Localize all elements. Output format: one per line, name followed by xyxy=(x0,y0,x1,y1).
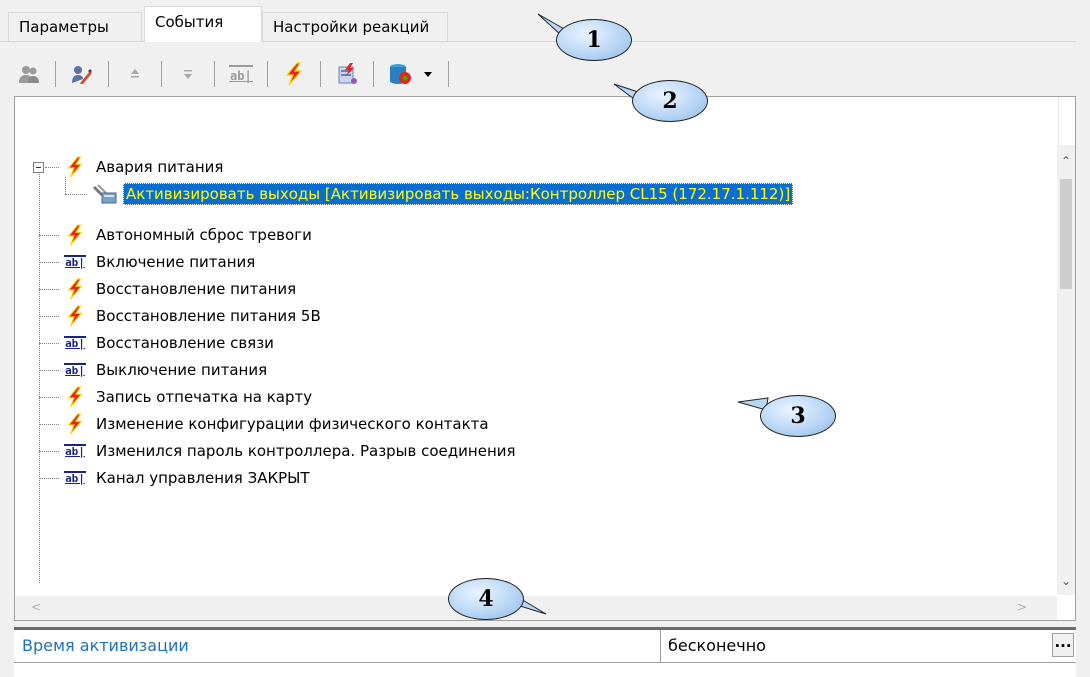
add-group-icon xyxy=(19,66,39,83)
database-icon xyxy=(390,64,411,84)
tree-item-label: Восстановление питания xyxy=(96,279,297,298)
callout-number: 4 xyxy=(478,586,494,612)
database-dropdown-button[interactable] xyxy=(383,57,439,91)
scroll-down-arrow-icon[interactable]: ⌄ xyxy=(1061,575,1071,587)
event-button[interactable] xyxy=(277,57,311,91)
tree-item-power-restore[interactable]: Восстановление питания xyxy=(15,275,1055,302)
chevron-down-icon xyxy=(424,72,432,77)
callout-1: 1 xyxy=(556,19,632,61)
lightning-icon xyxy=(61,277,89,301)
tree-item-control-channel-closed[interactable]: ab| Канал управления ЗАКРЫТ xyxy=(15,464,1055,491)
tree-item-activate-outputs[interactable]: Активизировать выходы [Активизировать вы… xyxy=(15,180,1055,207)
text-field-icon: ab| xyxy=(64,443,86,458)
lightning-icon xyxy=(61,412,89,436)
toolbar-separator xyxy=(448,61,449,87)
callout-number: 1 xyxy=(586,27,602,53)
text-field-icon: ab| xyxy=(64,470,86,485)
callout-2: 2 xyxy=(632,80,708,122)
toolbar-separator xyxy=(320,61,321,87)
tree-item-power-failure[interactable]: Авария питания xyxy=(15,153,1055,180)
edit-button[interactable] xyxy=(65,57,99,91)
tree-item-label: Канал управления ЗАКРЫТ xyxy=(96,468,310,487)
toolbar-separator xyxy=(161,61,162,87)
toolbar: ab| xyxy=(12,56,458,92)
tree-item-label: Авария питания xyxy=(96,157,224,176)
tree-item-label: Восстановление питания 5В xyxy=(96,306,321,325)
scroll-left-arrow-icon[interactable]: < xyxy=(31,601,41,613)
properties-panel: Время активизации бесконечно ... xyxy=(14,627,1076,677)
property-name: Время активизации xyxy=(22,636,189,655)
callout-number: 2 xyxy=(662,88,678,114)
text-field-icon: ab| xyxy=(64,254,86,269)
move-down-button[interactable] xyxy=(171,57,205,91)
add-group-button[interactable] xyxy=(12,57,46,91)
toolbar-separator xyxy=(214,61,215,87)
callout-4: 4 xyxy=(448,578,524,620)
toolbar-separator xyxy=(373,61,374,87)
tab-reaction-settings[interactable]: Настройки реакций xyxy=(262,12,448,41)
property-divider xyxy=(660,630,661,662)
tree-item-label: Изменение конфигурации физического конта… xyxy=(96,414,489,433)
svg-text:ab|: ab| xyxy=(230,69,252,83)
tree-item-power-off[interactable]: ab| Выключение питания xyxy=(15,356,1055,383)
lightning-icon xyxy=(61,155,89,179)
header-divider xyxy=(1058,97,1059,145)
tree-item-connection-restore[interactable]: ab| Восстановление связи xyxy=(15,329,1055,356)
tree-item-autonomous-alarm-reset[interactable]: Автономный сброс тревоги xyxy=(15,221,1055,248)
property-row-activation-time[interactable]: Время активизации бесконечно ... xyxy=(14,630,1076,663)
move-up-button[interactable] xyxy=(118,57,152,91)
text-field-icon: ab| xyxy=(64,335,86,350)
tree-item-fingerprint-write[interactable]: Запись отпечатка на карту xyxy=(15,383,1055,410)
tree-item-power-on[interactable]: ab| Включение питания xyxy=(15,248,1055,275)
text-field-icon: ab| xyxy=(64,362,86,377)
text-field-button[interactable]: ab| xyxy=(224,57,258,91)
lightning-icon xyxy=(61,304,89,328)
lightning-icon xyxy=(285,62,303,86)
tab-label: События xyxy=(155,13,224,31)
tree-item-label: Включение питания xyxy=(96,252,256,271)
property-value[interactable]: бесконечно xyxy=(668,636,766,655)
property-edit-button[interactable]: ... xyxy=(1052,633,1074,657)
tree-item-label: Автономный сброс тревоги xyxy=(96,225,312,244)
toolbar-separator xyxy=(108,61,109,87)
tree-item-label: Активизировать выходы [Активизировать вы… xyxy=(123,182,794,205)
reaction-button[interactable] xyxy=(330,57,364,91)
tab-events[interactable]: События xyxy=(144,6,262,42)
lightning-icon xyxy=(61,223,89,247)
tree-item-password-changed[interactable]: ab| Изменился пароль контроллера. Разрыв… xyxy=(15,437,1055,464)
scroll-right-arrow-icon[interactable]: > xyxy=(1017,601,1027,613)
vertical-scrollbar[interactable]: ⌃ ⌄ xyxy=(1057,145,1075,595)
toolbar-separator xyxy=(267,61,268,87)
text-field-icon: ab| xyxy=(229,65,253,83)
scroll-up-arrow-icon[interactable]: ⌃ xyxy=(1061,155,1071,167)
tree-item-contact-config-change[interactable]: Изменение конфигурации физического конта… xyxy=(15,410,1055,437)
callout-3: 3 xyxy=(760,395,836,437)
tab-label: Параметры xyxy=(19,18,109,36)
move-up-icon xyxy=(131,69,139,78)
tree-item-power-restore-5v[interactable]: Восстановление питания 5В xyxy=(15,302,1055,329)
callout-number: 3 xyxy=(790,403,806,429)
output-reaction-icon xyxy=(91,182,119,206)
tree-item-label: Запись отпечатка на карту xyxy=(96,387,313,406)
tree-item-label: Изменился пароль контроллера. Разрыв сое… xyxy=(96,441,516,460)
move-down-icon xyxy=(184,70,192,79)
toolbar-separator xyxy=(55,61,56,87)
vertical-scroll-thumb[interactable] xyxy=(1060,179,1072,289)
reaction-icon xyxy=(338,63,357,84)
tree-item-label: Восстановление связи xyxy=(96,333,274,352)
events-tree-panel: Авария питания Активизировать выходы [Ак… xyxy=(14,96,1076,621)
tab-parameters[interactable]: Параметры xyxy=(8,12,142,41)
lightning-icon xyxy=(61,385,89,409)
edit-icon xyxy=(72,66,92,84)
events-tree: Авария питания Активизировать выходы [Ак… xyxy=(15,153,1055,583)
tree-item-label: Выключение питания xyxy=(96,360,268,379)
tab-label: Настройки реакций xyxy=(273,18,430,36)
